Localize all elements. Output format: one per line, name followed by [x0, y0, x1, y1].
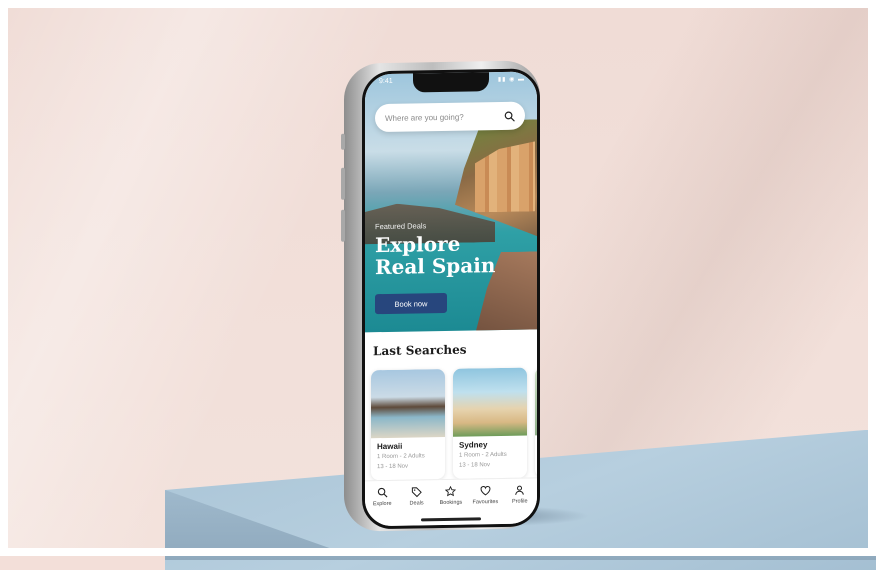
- last-searches-list: Hawaii 1 Room - 2 Adults 13 - 18 Nov Syd…: [371, 367, 540, 481]
- card-image: [535, 367, 540, 436]
- featured-label: Featured Deals: [375, 221, 427, 232]
- card-image: [371, 368, 445, 439]
- hero-banner[interactable]: Where are you going? Featured Deals Expl…: [365, 71, 537, 333]
- hero-title-line2: Real Spain: [375, 253, 496, 280]
- card-title: Sydney: [459, 440, 488, 450]
- tag-icon: [411, 487, 422, 498]
- card-dates: 13 - 18 Nov: [459, 462, 491, 469]
- phone-device: 9:41 ▮▮ ◉ ▬ Where are you going? Feature…: [341, 60, 540, 532]
- phone-screen: 9:41 ▮▮ ◉ ▬ Where are you going? Feature…: [362, 68, 540, 530]
- search-input[interactable]: Where are you going?: [375, 101, 525, 133]
- search-card-sydney[interactable]: Sydney 1 Room - 2 Adults 13 - 18 Nov: [453, 367, 527, 479]
- tab-label: Explore: [372, 500, 392, 508]
- card-image: [453, 367, 527, 437]
- card-dates: 13 - 18 Nov: [377, 463, 409, 471]
- tab-profile[interactable]: Profile: [504, 484, 536, 505]
- volume-down-button: [341, 209, 345, 242]
- tab-explore[interactable]: Explore: [366, 487, 398, 508]
- book-now-button[interactable]: Book now: [375, 292, 447, 315]
- search-icon[interactable]: [504, 110, 515, 121]
- tab-label: Deals: [409, 500, 424, 507]
- tab-label: Bookings: [439, 499, 463, 507]
- tab-deals[interactable]: Deals: [401, 486, 433, 507]
- hero-title: Explore Real Spain: [375, 232, 525, 279]
- star-icon: [445, 485, 457, 497]
- tab-bookings[interactable]: Bookings: [435, 485, 467, 507]
- heart-icon: [480, 486, 491, 496]
- search-icon: [377, 487, 388, 498]
- status-time: 9:41: [379, 77, 393, 86]
- mute-switch: [341, 133, 345, 150]
- tab-label: Profile: [511, 498, 528, 505]
- hero-title-line1: Explore: [375, 231, 461, 258]
- search-placeholder: Where are you going?: [385, 112, 464, 123]
- search-card-partial[interactable]: [535, 367, 540, 478]
- section-title-last-searches: Last Searches: [373, 342, 467, 359]
- card-title: Hawaii: [377, 441, 403, 452]
- tab-favourites[interactable]: Favourites: [469, 485, 501, 506]
- volume-up-button: [341, 167, 345, 200]
- search-card-hawaii[interactable]: Hawaii 1 Room - 2 Adults 13 - 18 Nov: [371, 368, 445, 481]
- notch: [413, 71, 489, 93]
- tab-label: Favourites: [472, 499, 499, 506]
- status-icons: ▮▮ ◉ ▬: [497, 76, 525, 84]
- user-icon: [515, 485, 525, 495]
